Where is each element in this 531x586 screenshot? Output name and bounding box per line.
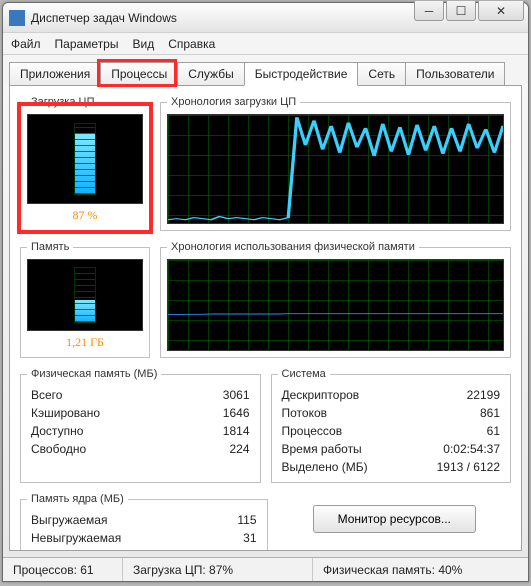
- sys-uptime-value: 0:02:54:37: [443, 442, 500, 456]
- memory-history-trace: [168, 260, 503, 350]
- phys-total-value: 3061: [223, 388, 250, 402]
- system-group: Система Дескрипторов 22199 Потоков 861 Про…: [271, 368, 512, 483]
- phys-cached-value: 1646: [223, 406, 250, 420]
- kernel-paged-value: 115: [237, 513, 256, 527]
- performance-panel: Загрузка ЦП 87 % Хронология загрузки ЦП: [9, 85, 522, 551]
- status-memory: Физическая память: 40%: [313, 558, 528, 581]
- app-icon: [9, 10, 25, 26]
- cpu-history-graph: [167, 114, 504, 224]
- sys-handles-label: Дескрипторов: [282, 388, 360, 402]
- cpu-usage-group: Загрузка ЦП 87 %: [20, 96, 150, 231]
- kernel-memory-legend: Память ядра (МБ): [27, 493, 128, 505]
- physical-memory-group: Физическая память (МБ) Всего 3061 Кэширов…: [20, 368, 261, 483]
- sys-procs-value: 61: [487, 424, 500, 438]
- kernel-nonpaged-value: 31: [243, 531, 256, 545]
- minimize-button[interactable]: ─: [414, 1, 444, 21]
- phys-avail-value: 1814: [223, 424, 250, 438]
- cpu-meter: [27, 114, 143, 204]
- close-button[interactable]: ✕: [478, 1, 524, 21]
- menu-view[interactable]: Вид: [132, 37, 154, 51]
- phys-free-value: 224: [229, 442, 249, 456]
- physical-memory-legend: Физическая память (МБ): [27, 368, 161, 380]
- tab-performance[interactable]: Быстродействие: [244, 62, 359, 86]
- cpu-history-group: Хронология загрузки ЦП: [160, 96, 511, 231]
- resource-monitor-button[interactable]: Монитор ресурсов...: [313, 505, 476, 533]
- memory-history-graph: [167, 259, 504, 351]
- system-legend: Система: [278, 368, 330, 380]
- memory-history-legend: Хронология использования физической памя…: [167, 241, 419, 253]
- menu-help[interactable]: Справка: [168, 37, 215, 51]
- maximize-button[interactable]: ☐: [446, 1, 476, 21]
- phys-avail-label: Доступно: [31, 424, 83, 438]
- menubar: Файл Параметры Вид Справка: [3, 33, 528, 55]
- statusbar: Процессов: 61 Загрузка ЦП: 87% Физическа…: [3, 557, 528, 581]
- phys-cached-label: Кэшировано: [31, 406, 100, 420]
- memory-history-group: Хронология использования физической памя…: [160, 241, 511, 358]
- window-title: Диспетчер задач Windows: [31, 11, 177, 25]
- tab-users[interactable]: Пользователи: [405, 62, 505, 86]
- tab-applications[interactable]: Приложения: [9, 62, 101, 86]
- phys-total-label: Всего: [31, 388, 62, 402]
- cpu-usage-value: 87 %: [27, 208, 143, 223]
- titlebar[interactable]: Диспетчер задач Windows ─ ☐ ✕: [3, 3, 528, 33]
- kernel-paged-label: Выгружаемая: [31, 513, 107, 527]
- sys-uptime-label: Время работы: [282, 442, 362, 456]
- memory-meter: [27, 259, 143, 331]
- tab-network[interactable]: Сеть: [357, 62, 406, 86]
- sys-threads-label: Потоков: [282, 406, 328, 420]
- sys-handles-value: 22199: [467, 388, 500, 402]
- tab-services[interactable]: Службы: [177, 62, 244, 86]
- sys-procs-label: Процессов: [282, 424, 343, 438]
- phys-free-label: Свободно: [31, 442, 86, 456]
- sys-commit-value: 1913 / 6122: [437, 460, 500, 474]
- memory-usage-legend: Память: [27, 241, 73, 253]
- memory-meter-grid: [75, 268, 95, 322]
- sys-threads-value: 861: [480, 406, 500, 420]
- cpu-usage-legend: Загрузка ЦП: [27, 96, 99, 108]
- menu-options[interactable]: Параметры: [55, 37, 119, 51]
- cpu-history-trace: [168, 115, 503, 223]
- tab-strip: Приложения Процессы Службы Быстродействи…: [3, 55, 528, 85]
- task-manager-window: Диспетчер задач Windows ─ ☐ ✕ Файл Парам…: [2, 2, 529, 582]
- sys-commit-label: Выделено (МБ): [282, 460, 368, 474]
- menu-file[interactable]: Файл: [11, 37, 41, 51]
- tab-processes[interactable]: Процессы: [100, 62, 178, 86]
- status-cpu: Загрузка ЦП: 87%: [123, 558, 313, 581]
- cpu-meter-grid: [75, 124, 95, 194]
- kernel-nonpaged-label: Невыгружаемая: [31, 531, 121, 545]
- kernel-memory-group: Память ядра (МБ) Выгружаемая 115 Невыгруж…: [20, 493, 268, 551]
- memory-usage-value: 1,21 ГБ: [27, 335, 143, 350]
- status-processes: Процессов: 61: [3, 558, 123, 581]
- cpu-history-legend: Хронология загрузки ЦП: [167, 96, 300, 108]
- memory-usage-group: Память 1,21 ГБ: [20, 241, 150, 358]
